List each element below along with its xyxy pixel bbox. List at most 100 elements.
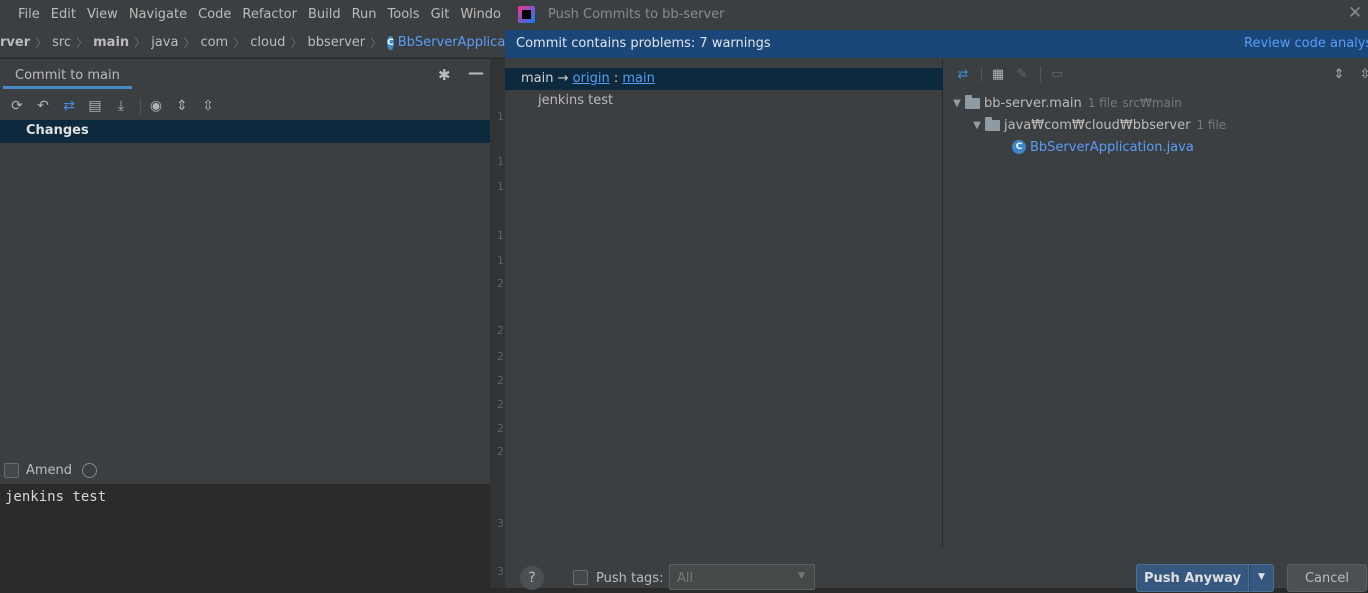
minimize-icon[interactable]: — xyxy=(468,63,484,82)
package-name: java₩com₩cloud₩bbserver xyxy=(1004,117,1191,133)
branch-spec: main → origin : main xyxy=(521,71,655,86)
line-number: 3 xyxy=(497,565,504,578)
gear-icon[interactable]: ✱ xyxy=(438,66,451,84)
line-number: 2 xyxy=(497,445,504,458)
review-code-analysis-link[interactable]: Review code analysis xyxy=(1244,36,1368,51)
chevron-right-icon: 〉 xyxy=(76,36,89,50)
menu-code[interactable]: Code xyxy=(198,7,231,22)
commits-pane: main → origin : main jenkins test xyxy=(505,58,943,548)
tab-commit-to-main[interactable]: Commit to main xyxy=(3,65,132,89)
problems-text: Commit contains problems: 7 warnings xyxy=(516,36,771,51)
preview-icon[interactable]: ▭ xyxy=(1046,63,1068,85)
module-folder-icon xyxy=(965,94,980,109)
line-number: 2 xyxy=(497,324,504,337)
crumb-com[interactable]: com xyxy=(200,35,228,50)
toolbar-separator xyxy=(1040,66,1041,82)
menu-navigate[interactable]: Navigate xyxy=(129,7,187,22)
menu-view[interactable]: View xyxy=(87,7,118,22)
branch-row[interactable]: main → origin : main xyxy=(505,68,943,90)
eye-icon[interactable]: ◉ xyxy=(145,95,167,117)
line-number: 1 xyxy=(497,180,504,193)
problems-banner: Commit contains problems: 7 warnings Rev… xyxy=(505,30,1368,58)
amend-label: Amend xyxy=(26,462,73,478)
chevron-down-icon[interactable]: ▼ xyxy=(969,120,985,131)
toolbar-separator xyxy=(981,66,982,82)
folder-icon xyxy=(985,116,1000,131)
commit-item[interactable]: jenkins test xyxy=(538,93,613,108)
menu-run[interactable]: Run xyxy=(352,7,377,22)
crumb-main[interactable]: main xyxy=(93,35,129,50)
help-button[interactable]: ? xyxy=(520,566,544,590)
push-tags-checkbox[interactable] xyxy=(573,570,588,585)
chevron-right-icon: 〉 xyxy=(134,36,147,50)
branch-separator: : xyxy=(613,71,619,86)
changes-node[interactable]: Changes xyxy=(0,120,490,143)
amend-checkbox[interactable] xyxy=(4,462,19,478)
crumb-project[interactable]: rver xyxy=(0,35,30,50)
local-branch: main xyxy=(521,71,554,86)
menu-window[interactable]: Windo xyxy=(460,7,501,22)
menu-git[interactable]: Git xyxy=(431,7,450,22)
push-commits-dialog: Push Commits to bb-server ✕ Commit conta… xyxy=(505,0,1368,592)
chevron-right-icon: 〉 xyxy=(370,36,383,50)
menu-bar: File Edit View Navigate Code Refactor Bu… xyxy=(0,0,505,28)
chevron-down-icon: ▼ xyxy=(1258,572,1265,582)
commit-message-field[interactable]: jenkins test xyxy=(0,484,490,588)
expand-all-icon[interactable]: ⇕ xyxy=(171,95,193,117)
chevron-right-icon: 〉 xyxy=(35,36,48,50)
changed-files-pane: ⇄ ▦ ✎ ▭ ⇕ ⇳ ▼ bb-server.main 1 file src₩… xyxy=(944,58,1368,548)
commit-tool-window: Commit to main ✱ — ⟳ ↶ ⇄ ▤ ⤓ ◉ ⇕ ⇳ Chang… xyxy=(0,59,490,588)
close-icon[interactable]: ✕ xyxy=(1348,3,1362,23)
menu-refactor[interactable]: Refactor xyxy=(242,7,297,22)
menu-build[interactable]: Build xyxy=(308,7,341,22)
tree-root-module[interactable]: ▼ bb-server.main 1 file src₩main xyxy=(949,92,1187,114)
toolbar-separator xyxy=(140,98,141,114)
dialog-title: Push Commits to bb-server xyxy=(548,7,725,22)
remote-link[interactable]: origin xyxy=(573,71,610,86)
rollback-icon[interactable]: ↶ xyxy=(32,95,54,117)
clock-icon[interactable] xyxy=(82,462,98,478)
line-number: 1 xyxy=(497,155,504,168)
module-path: src₩main xyxy=(1122,96,1182,110)
refresh-icon[interactable]: ⟳ xyxy=(6,95,28,117)
line-number: 2 xyxy=(497,277,504,290)
java-class-icon: C xyxy=(1012,140,1026,154)
line-number: 3 xyxy=(497,517,504,530)
group-by-icon[interactable]: ▦ xyxy=(987,63,1009,85)
remote-branch-link[interactable]: main xyxy=(622,71,654,86)
menu-tools[interactable]: Tools xyxy=(388,7,420,22)
commit-message-text: jenkins test xyxy=(5,489,107,505)
editor-gutter: 1 1 1 1 1 2 2 2 2 2 2 2 3 3 xyxy=(490,59,505,588)
line-number: 2 xyxy=(497,398,504,411)
edit-icon[interactable]: ✎ xyxy=(1011,63,1033,85)
line-number: 1 xyxy=(497,254,504,267)
chevron-down-icon[interactable]: ▼ xyxy=(949,98,965,109)
changes-label: Changes xyxy=(26,123,89,138)
line-number: 2 xyxy=(497,422,504,435)
tree-file[interactable]: C BbServerApplication.java xyxy=(1012,136,1194,158)
tags-select[interactable]: All ▼ xyxy=(669,564,815,590)
changelist-icon[interactable]: ▤ xyxy=(84,95,106,117)
crumb-class[interactable]: BbServerApplication xyxy=(398,35,505,50)
tree-package[interactable]: ▼ java₩com₩cloud₩bbserver 1 file xyxy=(969,114,1231,136)
files-toolbar: ⇄ ▦ ✎ ▭ ⇕ ⇳ xyxy=(944,60,1368,88)
chevron-right-icon: 〉 xyxy=(183,36,196,50)
expand-all-icon[interactable]: ⇕ xyxy=(1328,63,1350,85)
commit-toolbar: ⟳ ↶ ⇄ ▤ ⤓ ◉ ⇕ ⇳ xyxy=(0,93,490,119)
diff-arrows-icon[interactable]: ⇄ xyxy=(952,63,974,85)
crumb-src[interactable]: src xyxy=(52,35,71,50)
breadcrumb: rver 〉 src 〉 main 〉 java 〉 com 〉 cloud 〉… xyxy=(0,28,505,58)
collapse-all-icon[interactable]: ⇳ xyxy=(197,95,219,117)
crumb-bbserver[interactable]: bbserver xyxy=(307,35,365,50)
shelve-icon[interactable]: ⤓ xyxy=(110,95,132,117)
dialog-titlebar: Push Commits to bb-server ✕ xyxy=(505,0,1368,30)
menu-edit[interactable]: Edit xyxy=(51,7,76,22)
diff-arrows-icon[interactable]: ⇄ xyxy=(58,95,80,117)
amend-row: Amend xyxy=(4,460,98,480)
menu-file[interactable]: File xyxy=(18,7,40,22)
crumb-cloud[interactable]: cloud xyxy=(250,35,285,50)
crumb-java[interactable]: java xyxy=(151,35,178,50)
line-number: 2 xyxy=(497,374,504,387)
tags-select-value: All xyxy=(677,571,694,586)
collapse-all-icon[interactable]: ⇳ xyxy=(1354,63,1368,85)
